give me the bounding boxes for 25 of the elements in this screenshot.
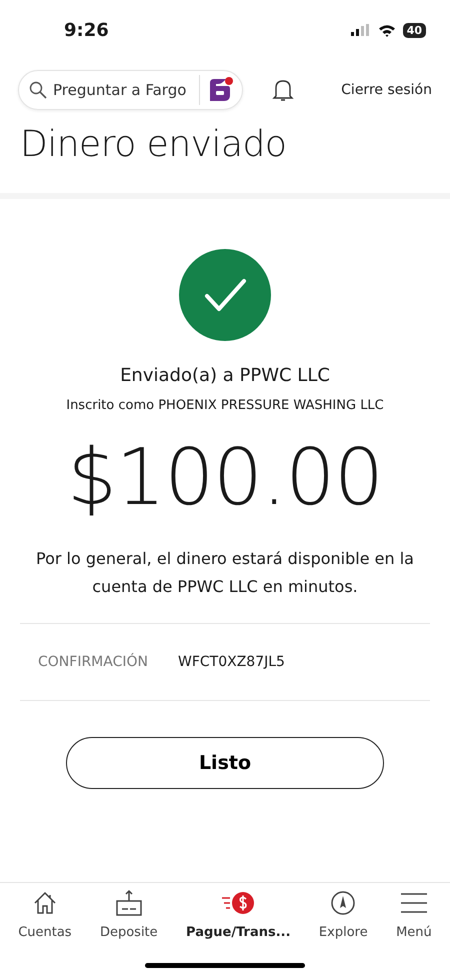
compass-icon <box>329 889 358 917</box>
done-button[interactable]: Listo <box>66 737 384 789</box>
search-icon <box>29 81 47 99</box>
amount-text: $100.00 <box>67 433 383 523</box>
battery-level: 40 <box>402 22 426 38</box>
page-title: Dinero enviado <box>20 124 288 165</box>
tab-bar-item[interactable]: Menú <box>396 889 432 945</box>
logout-button[interactable]: Cierre sesión <box>341 82 432 98</box>
tab-bar-item[interactable]: Explore <box>318 889 368 945</box>
confirmation-label: CONFIRMACIÓN <box>38 654 148 670</box>
pay-icon <box>220 889 256 917</box>
status-time: 9:26 <box>64 20 109 40</box>
availability-note: Por lo general, el dinero estará disponible en la cuenta de PPWC LLC en minutos. <box>35 548 415 598</box>
tab-bar-item[interactable]: Cuentas <box>18 889 72 945</box>
assistant-logo-icon[interactable] <box>199 75 236 105</box>
tab-bar-item[interactable]: Pague/Trans... <box>186 889 291 945</box>
success-check-icon <box>179 249 271 341</box>
recipient-text: Enviado(a) a PPWC LLC <box>120 365 330 386</box>
wifi-icon <box>378 24 396 36</box>
confirmation-code: WFCT0XZ87JL5 <box>178 654 285 670</box>
search-bar[interactable]: Preguntar a Fargo <box>18 70 243 110</box>
enrolled-name-text: Inscrito como PHOENIX PRESSURE WASHING LLC <box>66 398 384 413</box>
deposit-icon <box>114 889 144 917</box>
signal-icon <box>350 24 371 36</box>
tab-bar-item[interactable]: Deposite <box>100 889 158 945</box>
